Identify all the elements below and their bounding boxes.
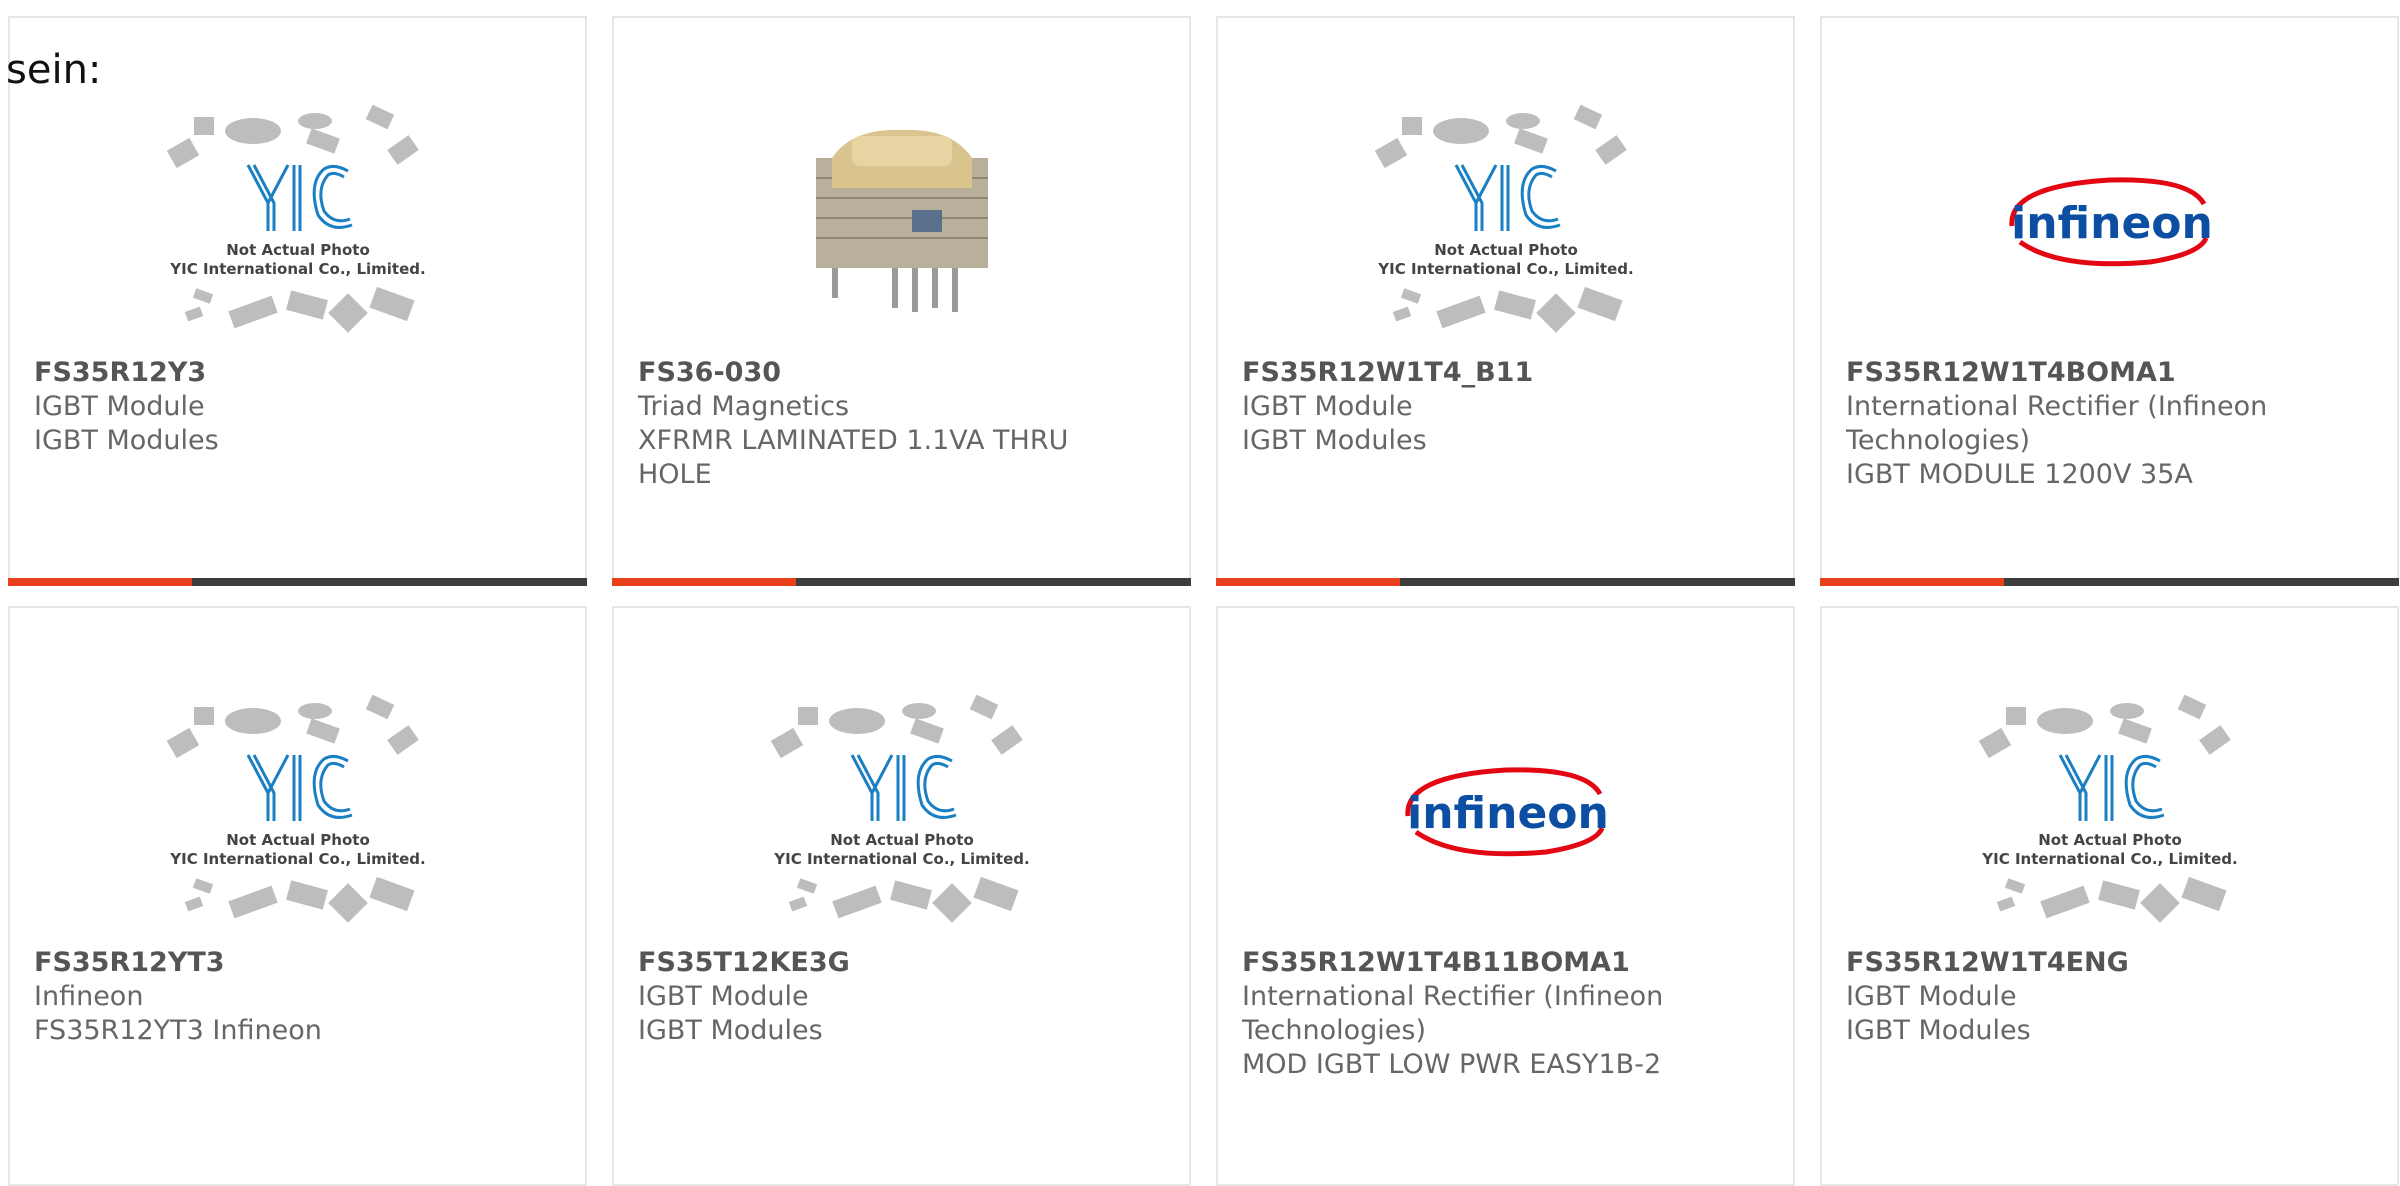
product-image[interactable]: Not Actual Photo YIC International Co., … — [614, 678, 1189, 948]
svg-text:Not Actual Photo: Not Actual Photo — [1434, 241, 1578, 259]
svg-text:Not Actual Photo: Not Actual Photo — [226, 241, 370, 259]
product-info: FS35R12YT3 Infineon FS35R12YT3 Infineon — [34, 946, 554, 1048]
svg-text:YIC International Co., Limited: YIC International Co., Limited. — [169, 260, 425, 278]
svg-text:YIC International Co., Limited: YIC International Co., Limited. — [1981, 850, 2237, 868]
svg-text:Not Actual Photo: Not Actual Photo — [226, 831, 370, 849]
card-bottom-accent — [612, 578, 796, 586]
card-bottom-bar — [8, 578, 587, 586]
product-card[interactable]: Not Actual Photo YIC International Co., … — [612, 606, 1191, 1186]
product-card[interactable]: Not Actual Photo YIC International Co., … — [1820, 606, 2399, 1186]
yic-placeholder-icon: Not Actual Photo YIC International Co., … — [770, 694, 1029, 923]
product-image[interactable]: infineon — [1218, 678, 1793, 948]
card-bottom-accent — [8, 578, 192, 586]
product-line: IGBT Modules — [34, 425, 219, 456]
product-line: International Rectifier (Infineon — [1846, 391, 2268, 422]
product-grid: Not Actual Photo YIC International Co., … — [0, 0, 2400, 1186]
product-line: Technologies) — [1242, 1015, 1426, 1046]
intro-text: sein: — [6, 47, 102, 93]
product-line: IGBT Modules — [1846, 1015, 2031, 1046]
product-line: IGBT Module — [1846, 981, 2017, 1012]
card-bottom-bar — [1820, 578, 2399, 586]
infineon-logo-icon: infineon — [2008, 177, 2213, 267]
part-number-link[interactable]: FS35R12W1T4BOMA1 — [1846, 356, 2366, 390]
product-image[interactable]: Not Actual Photo YIC International Co., … — [10, 88, 585, 358]
yic-placeholder-icon: Not Actual Photo YIC International Co., … — [166, 104, 425, 333]
product-image[interactable]: Not Actual Photo YIC International Co., … — [1822, 678, 2397, 948]
part-number-link[interactable]: FS35R12W1T4ENG — [1846, 946, 2366, 980]
product-card[interactable]: Not Actual Photo YIC International Co., … — [8, 606, 587, 1186]
product-line: International Rectifier (Infineon — [1242, 981, 1664, 1012]
product-info: FS35R12W1T4B11BOMA1 International Rectif… — [1242, 946, 1762, 1082]
product-image[interactable]: infineon — [1822, 88, 2397, 358]
product-card[interactable]: Not Actual Photo YIC International Co., … — [8, 16, 587, 586]
svg-text:Not Actual Photo: Not Actual Photo — [830, 831, 974, 849]
product-line: IGBT Module — [34, 391, 205, 422]
part-number-link[interactable]: FS35R12W1T4B11BOMA1 — [1242, 946, 1762, 980]
product-image[interactable]: Not Actual Photo YIC International Co., … — [10, 678, 585, 948]
product-card[interactable]: infineon FS35R12W1T4B11BOMA1 Internation… — [1216, 606, 1795, 1186]
product-line: IGBT MODULE 1200V 35A — [1846, 459, 2193, 490]
product-card[interactable]: Not Actual Photo YIC International Co., … — [1216, 16, 1795, 586]
yic-placeholder-icon: Not Actual Photo YIC International Co., … — [1978, 694, 2237, 923]
transformer-photo-icon — [815, 129, 988, 312]
product-line: Infineon — [34, 981, 144, 1012]
product-image[interactable]: Not Actual Photo YIC International Co., … — [1218, 88, 1793, 358]
part-number-link[interactable]: FS35R12W1T4_B11 — [1242, 356, 1762, 390]
infineon-logo-icon: infineon — [1404, 767, 1609, 857]
product-line: XFRMR LAMINATED 1.1VA THRU — [638, 425, 1069, 456]
yic-placeholder-icon: Not Actual Photo YIC International Co., … — [1374, 104, 1633, 333]
product-line: IGBT Modules — [1242, 425, 1427, 456]
product-line: Triad Magnetics — [638, 391, 850, 422]
product-line: IGBT Module — [638, 981, 809, 1012]
product-card[interactable]: FS36-030 Triad Magnetics XFRMR LAMINATED… — [612, 16, 1191, 586]
part-number-link[interactable]: FS36-030 — [638, 356, 1158, 390]
yic-placeholder-icon: Not Actual Photo YIC International Co., … — [166, 694, 425, 923]
part-number-link[interactable]: FS35R12Y3 — [34, 356, 554, 390]
product-line: FS35R12YT3 Infineon — [34, 1015, 322, 1046]
card-bottom-accent — [1820, 578, 2004, 586]
product-image[interactable] — [614, 88, 1189, 358]
product-info: FS35R12W1T4_B11 IGBT Module IGBT Modules — [1242, 356, 1762, 458]
svg-text:infineon: infineon — [2011, 198, 2213, 249]
svg-text:YIC International Co., Limited: YIC International Co., Limited. — [169, 850, 425, 868]
product-info: FS35T12KE3G IGBT Module IGBT Modules — [638, 946, 1158, 1048]
product-info: FS35R12Y3 IGBT Module IGBT Modules — [34, 356, 554, 458]
product-line: IGBT Module — [1242, 391, 1413, 422]
product-info: FS35R12W1T4ENG IGBT Module IGBT Modules — [1846, 946, 2366, 1048]
card-bottom-bar — [612, 578, 1191, 586]
part-number-link[interactable]: FS35R12YT3 — [34, 946, 554, 980]
product-info: FS36-030 Triad Magnetics XFRMR LAMINATED… — [638, 356, 1158, 492]
product-line: MOD IGBT LOW PWR EASY1B-2 — [1242, 1049, 1662, 1080]
card-bottom-bar — [1216, 578, 1795, 586]
svg-text:Not Actual Photo: Not Actual Photo — [2038, 831, 2182, 849]
part-number-link[interactable]: FS35T12KE3G — [638, 946, 1158, 980]
svg-text:YIC International Co., Limited: YIC International Co., Limited. — [1377, 260, 1633, 278]
product-card[interactable]: infineon FS35R12W1T4BOMA1 International … — [1820, 16, 2399, 586]
card-bottom-accent — [1216, 578, 1400, 586]
svg-text:YIC International Co., Limited: YIC International Co., Limited. — [773, 850, 1029, 868]
product-line: IGBT Modules — [638, 1015, 823, 1046]
product-line: HOLE — [638, 459, 712, 490]
svg-text:infineon: infineon — [1407, 788, 1609, 839]
product-info: FS35R12W1T4BOMA1 International Rectifier… — [1846, 356, 2366, 492]
product-line: Technologies) — [1846, 425, 2030, 456]
